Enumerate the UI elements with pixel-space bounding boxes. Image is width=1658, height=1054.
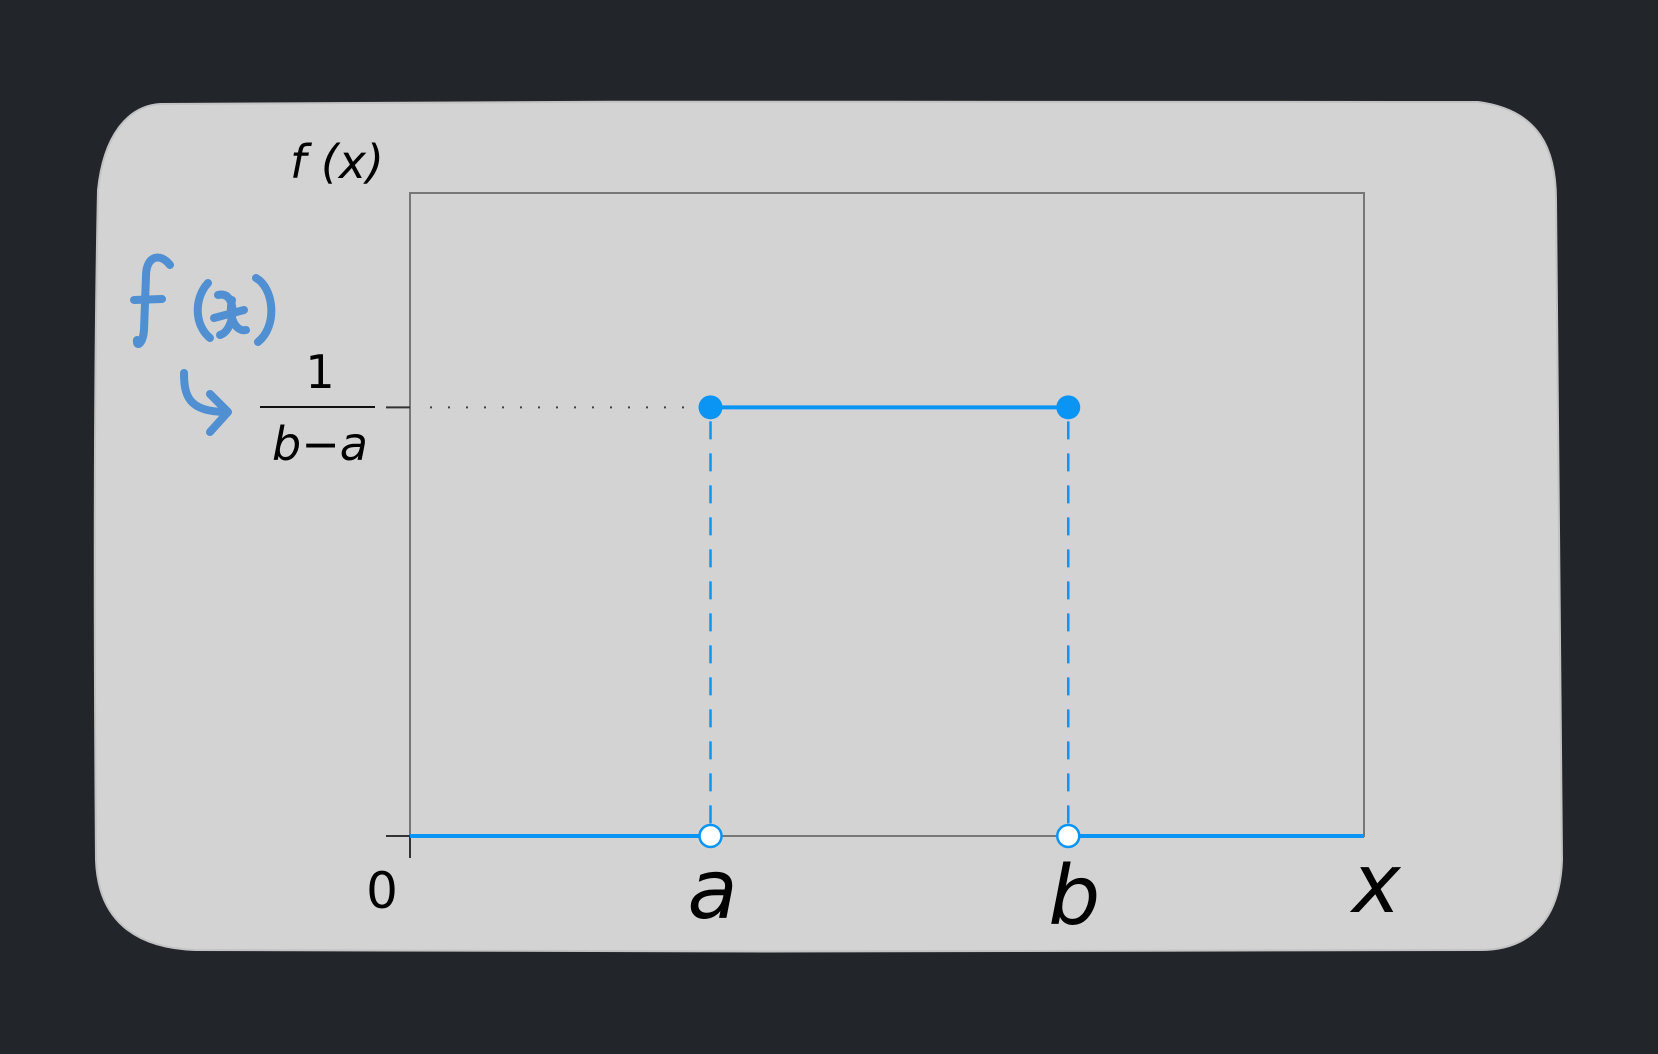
card-background xyxy=(93,100,1564,953)
x-axis-label: x xyxy=(1349,837,1402,932)
denominator-a: a xyxy=(340,417,368,471)
x-tick-label-b: b xyxy=(1048,849,1100,944)
denominator-minus: − xyxy=(301,417,340,471)
closed-point-a xyxy=(698,395,723,420)
x-tick-label-zero: 0 xyxy=(366,862,398,920)
y-axis-label: f (x) xyxy=(290,135,384,189)
denominator-b: b xyxy=(272,417,301,471)
closed-point-b xyxy=(1056,395,1081,420)
open-point-b xyxy=(1056,823,1081,849)
hand-f-crossbar xyxy=(130,295,166,304)
x-tick-label-a: a xyxy=(687,843,737,938)
chart-canvas: f (x) x 0 a b 1 b−a xyxy=(93,100,1564,953)
y-tick-denominator: b−a xyxy=(272,417,368,471)
y-tick-numerator: 1 xyxy=(305,345,334,399)
